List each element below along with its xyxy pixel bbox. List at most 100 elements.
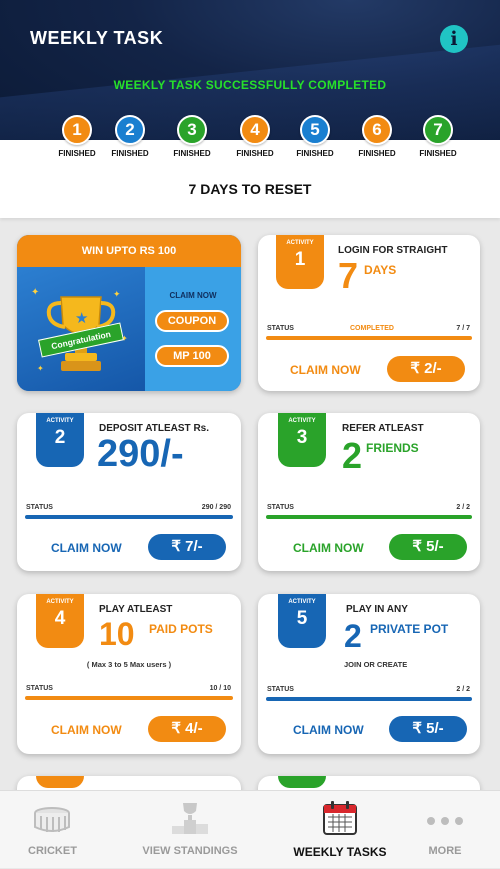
activity-badge (36, 776, 84, 788)
coupon-button[interactable]: COUPON (155, 310, 229, 332)
trophy-panel: ✦ ✦ ✦ ✦ ★ Congratulation (17, 267, 145, 391)
activity-note: ( Max 3 to 5 Max users ) (86, 660, 172, 669)
podium-icon (172, 803, 208, 834)
day-label: FINISHED (111, 149, 149, 158)
calendar-icon (323, 801, 357, 835)
activity-value: 10 (99, 616, 135, 652)
activity-value: 2 (342, 435, 363, 476)
svg-text:★: ★ (75, 309, 88, 327)
status-count: 10 / 10 (209, 685, 231, 692)
mp100-button[interactable]: MP 100 (155, 345, 229, 367)
activity-card-4: ACTIVITY 4 PLAY ATLEAST 10 PAID POTS ( M… (17, 594, 241, 754)
trophy-icon: ✦ ✦ ✦ ✦ ★ (31, 287, 128, 373)
svg-text:✦: ✦ (113, 290, 121, 300)
status-progress-bar (25, 696, 233, 700)
status-count: 290 / 290 (201, 504, 231, 511)
activity-value: 2 (344, 618, 362, 654)
day-4: 4 FINISHED (225, 115, 285, 158)
day-circle: 6 (362, 115, 392, 145)
day-1: 1 FINISHED (47, 115, 107, 158)
nav-weekly-tasks[interactable]: WEEKLY TASKS (280, 791, 400, 869)
nav-view-standings[interactable]: VIEW STANDINGS (130, 791, 250, 869)
activity-badge-number: 5 (296, 608, 308, 629)
activity-card-5: ACTIVITY 5 PLAY IN ANY 2 PRIVATE POT JOI… (258, 594, 480, 754)
day-circle: 1 (62, 115, 92, 145)
activity-badge-number: 2 (54, 427, 66, 448)
activity-badge: ACTIVITY 1 (276, 235, 324, 289)
promo-actions: CLAIM NOW COUPON MP 100 (145, 267, 241, 391)
activity-badge-label: ACTIVITY (288, 599, 316, 605)
day-5: 5 FINISHED (285, 115, 345, 158)
day-circle: 3 (177, 115, 207, 145)
status-progress-bar (266, 697, 472, 701)
reward-button[interactable]: ₹ 5/- (389, 534, 467, 560)
reward-button[interactable]: ₹ 5/- (389, 716, 467, 742)
nav-label: WEEKLY TASKS (293, 845, 387, 859)
claim-now-link[interactable]: CLAIM NOW (293, 723, 364, 737)
activity-badge: ACTIVITY 5 (278, 594, 326, 648)
activity-unit: PRIVATE POT (370, 622, 449, 636)
status-completed: COMPLETED (350, 325, 394, 332)
activity-unit: DAYS (364, 263, 397, 277)
nav-cricket[interactable]: CRICKET (0, 791, 105, 869)
claim-now-link[interactable]: CLAIM NOW (51, 541, 122, 555)
activity-badge-label: ACTIVITY (288, 418, 316, 424)
activity-title: PLAY ATLEAST (99, 604, 173, 615)
activity-badge (278, 776, 326, 788)
day-7: 7 FINISHED (408, 115, 468, 158)
page-title: WEEKLY TASK (30, 28, 164, 48)
status-count: 2 / 2 (456, 686, 470, 693)
day-label: FINISHED (419, 149, 457, 158)
success-message: WEEKLY TASK SUCCESSFULLY COMPLETED (113, 78, 387, 92)
nav-label: CRICKET (28, 845, 77, 857)
day-label: FINISHED (296, 149, 334, 158)
day-6: 6 FINISHED (347, 115, 407, 158)
activity-badge: ACTIVITY 4 (36, 594, 84, 648)
reward-button[interactable]: ₹ 7/- (148, 534, 226, 560)
promo-claim-label: CLAIM NOW (169, 291, 217, 300)
svg-text:✦: ✦ (31, 287, 39, 298)
status-progress-bar (266, 336, 472, 340)
activity-unit: FRIENDS (366, 441, 419, 455)
day-circle: 5 (300, 115, 330, 145)
activity-badge-number: 1 (294, 249, 306, 270)
activity-value: 7 (338, 255, 359, 296)
status-label: STATUS (26, 685, 53, 692)
claim-now-link[interactable]: CLAIM NOW (293, 541, 364, 555)
activity-badge-label: ACTIVITY (286, 240, 314, 246)
activity-card-2: ACTIVITY 2 DEPOSIT ATLEAST Rs. 290/- STA… (17, 413, 241, 571)
activity-card-1: ACTIVITY 1 LOGIN FOR STRAIGHT 7 DAYS STA… (258, 235, 480, 391)
day-2: 2 FINISHED (100, 115, 160, 158)
claim-now-link[interactable]: CLAIM NOW (290, 363, 361, 377)
promo-title: WIN UPTO RS 100 (17, 235, 241, 267)
activity-badge-label: ACTIVITY (46, 418, 74, 424)
nav-label: MORE (428, 845, 462, 857)
day-circle: 4 (240, 115, 270, 145)
activity-title: REFER ATLEAST (342, 423, 424, 434)
status-label: STATUS (267, 504, 294, 511)
status-label: STATUS (26, 504, 53, 511)
activity-note: JOIN OR CREATE (344, 660, 408, 669)
status-progress-bar (25, 515, 233, 519)
days-progress: 1 FINISHED 2 FINISHED 3 FINISHED 4 FINIS… (0, 115, 500, 165)
activity-badge-number: 3 (296, 427, 308, 448)
nav-more[interactable]: MORE (405, 791, 485, 869)
activity-unit: PAID POTS (149, 622, 213, 636)
more-dots-icon (427, 817, 463, 825)
activity-badge: ACTIVITY 2 (36, 413, 84, 467)
claim-now-link[interactable]: CLAIM NOW (51, 723, 122, 737)
reset-countdown: 7 DAYS TO RESET (188, 181, 312, 197)
reward-button[interactable]: ₹ 4/- (148, 716, 226, 742)
activity-badge-label: ACTIVITY (46, 599, 74, 605)
day-3: 3 FINISHED (162, 115, 222, 158)
info-icon[interactable]: i (440, 25, 468, 53)
reward-button[interactable]: ₹ 2/- (387, 356, 465, 382)
status-label: STATUS (267, 325, 294, 332)
status-label: STATUS (267, 686, 294, 693)
status-count: 7 / 7 (456, 325, 470, 332)
status-count: 2 / 2 (456, 504, 470, 511)
day-label: FINISHED (173, 149, 211, 158)
day-circle: 2 (115, 115, 145, 145)
promo-card: WIN UPTO RS 100 ✦ ✦ ✦ ✦ ★ Congratulation… (17, 235, 241, 391)
day-label: FINISHED (236, 149, 274, 158)
